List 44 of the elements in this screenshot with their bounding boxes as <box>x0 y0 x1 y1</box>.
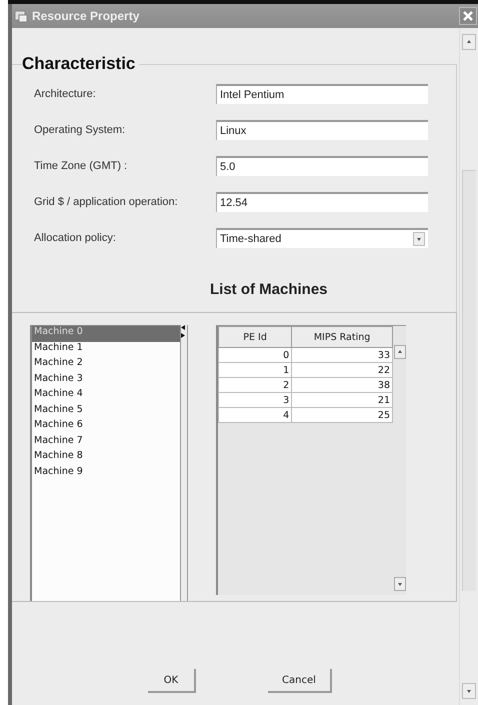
machine-item[interactable]: Machine 2 <box>32 357 180 372</box>
close-button[interactable] <box>459 7 477 25</box>
column-header[interactable]: MIPS Rating <box>292 326 392 348</box>
machine-item[interactable]: Machine 6 <box>32 419 180 434</box>
caret-icon <box>413 232 425 246</box>
field-label: Allocation policy: <box>34 232 117 244</box>
input-field[interactable]: Linux <box>216 120 428 140</box>
table-cell: 2 <box>218 378 292 392</box>
column-header[interactable]: PE Id <box>218 326 292 348</box>
machine-item[interactable]: Machine 0 <box>32 326 180 342</box>
table-cell: 38 <box>292 378 392 392</box>
machine-item[interactable]: Machine 1 <box>32 342 180 357</box>
window-icon <box>14 9 28 23</box>
machine-item[interactable]: Machine 7 <box>32 434 180 450</box>
input-field[interactable]: Intel Pentium <box>216 84 428 104</box>
machine-item[interactable]: Machine 4 <box>32 388 180 404</box>
list-title: List of Machines <box>210 281 329 300</box>
scroll-up-icon[interactable] <box>394 345 406 359</box>
machine-item[interactable]: Machine 9 <box>32 466 180 481</box>
field-label: Time Zone (GMT) : <box>34 160 128 172</box>
window-title: Resource Property <box>32 9 140 23</box>
table-cell: 0 <box>218 348 292 362</box>
field-label: Grid $ / application operation: <box>34 196 179 208</box>
machine-item[interactable]: Machine 3 <box>32 372 180 388</box>
table-cell: 1 <box>218 362 292 378</box>
table-cell: 25 <box>292 408 392 422</box>
table-cell: 22 <box>292 362 392 378</box>
table-cell: 33 <box>292 348 392 362</box>
machine-item[interactable]: Machine 5 <box>32 404 180 419</box>
field-label: Operating System: <box>34 124 126 136</box>
machine-item[interactable]: Machine 8 <box>32 450 180 466</box>
dropdown-field[interactable]: Time-shared <box>216 228 428 248</box>
scroll-up-icon[interactable] <box>462 34 476 50</box>
table-cell: 21 <box>292 392 392 408</box>
table-cell: 3 <box>218 392 292 408</box>
scroll-down-icon[interactable] <box>462 683 476 699</box>
table-cell: 4 <box>218 408 292 422</box>
field-label: Architecture: <box>34 88 97 100</box>
close-icon <box>462 10 474 22</box>
input-field[interactable]: 12.54 <box>216 192 428 212</box>
input-field[interactable]: 5.0 <box>216 156 428 176</box>
dialog-button[interactable]: OK <box>148 669 196 693</box>
scroll-down-icon[interactable] <box>394 577 406 591</box>
dialog-button[interactable]: Cancel <box>268 669 332 693</box>
